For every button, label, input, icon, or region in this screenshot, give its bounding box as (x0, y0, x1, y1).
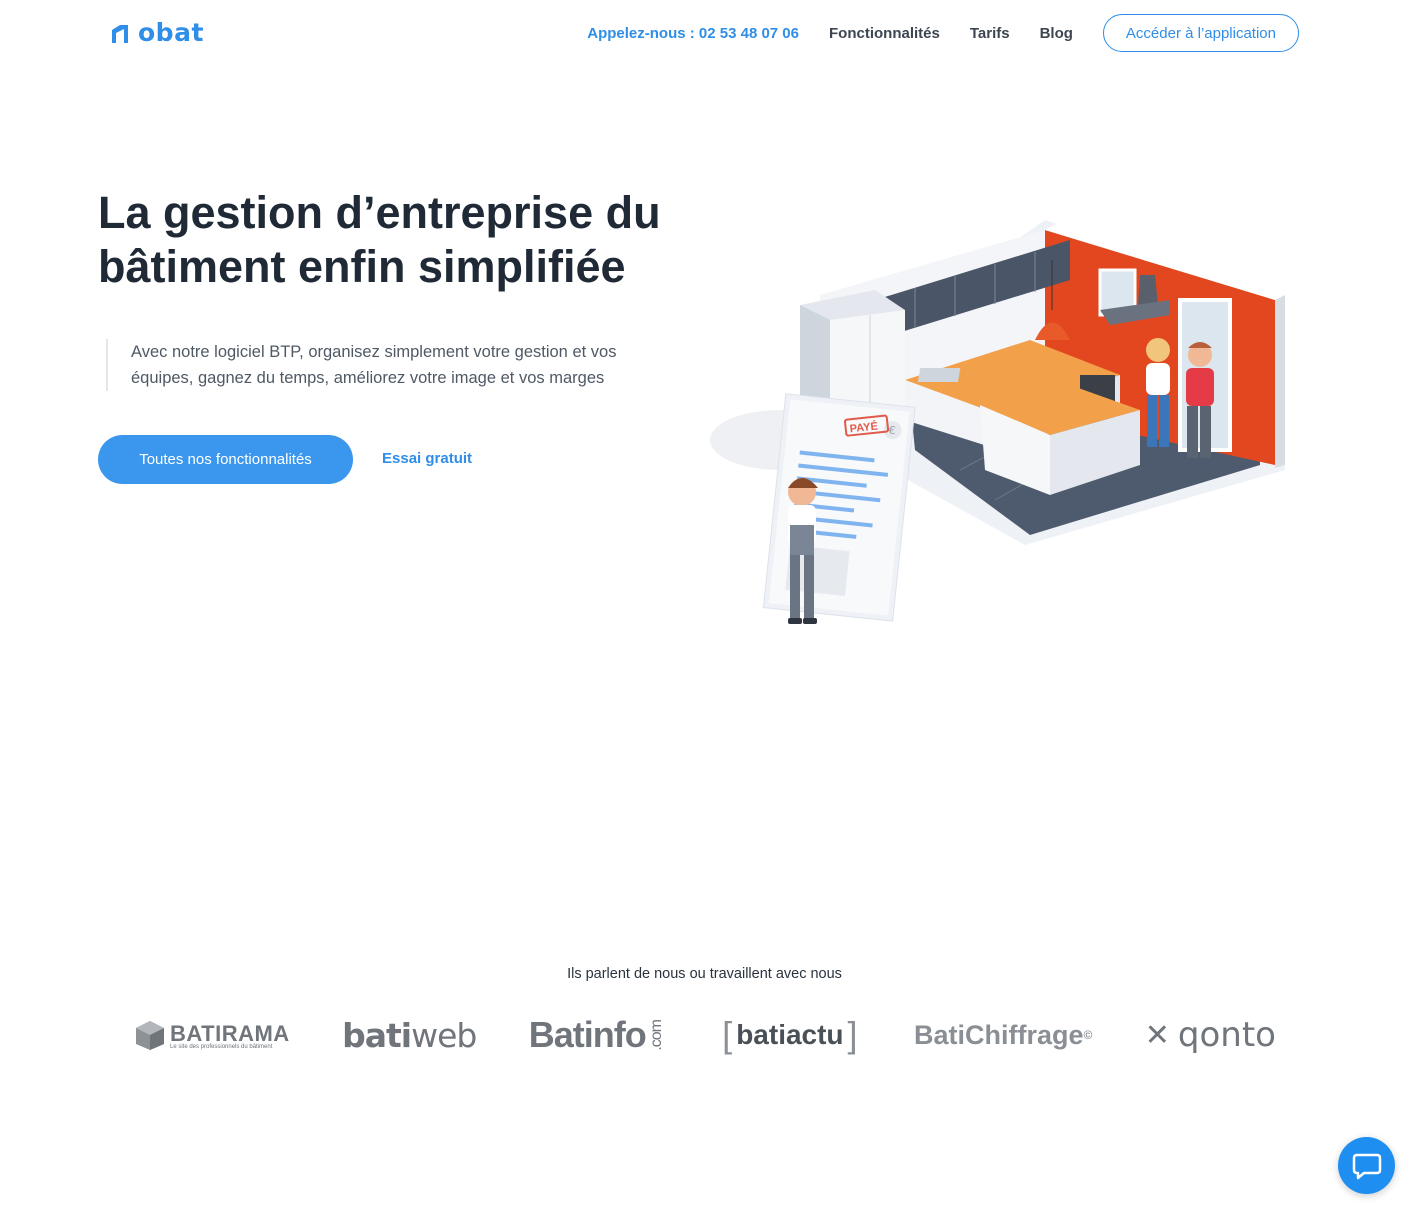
obat-logo-icon (112, 24, 128, 43)
qonto-name: qonto (1177, 1015, 1276, 1055)
hero-title-line-1: La gestion d’entreprise du (98, 187, 661, 238)
nav-link-fonctionnalites[interactable]: Fonctionnalités (829, 25, 940, 42)
hero-description: Avec notre logiciel BTP, organisez simpl… (106, 339, 666, 391)
site-header: obat Appelez-nous : 02 53 48 07 06 Fonct… (0, 0, 1409, 66)
batinfo-suffix: .com (647, 1019, 665, 1051)
batinfo-logo: Batinfo .com (529, 1014, 666, 1056)
hero-title: La gestion d’entreprise du bâtiment enfi… (98, 186, 698, 294)
nav-link-tarifs[interactable]: Tarifs (970, 25, 1010, 42)
batiweb-logo: bati web (342, 1015, 477, 1055)
batirama-logo: BATIRAMA Le site des professionnels du b… (134, 1019, 290, 1051)
partners-title: Ils parlent de nous ou travaillent avec … (567, 966, 842, 982)
batichiffrage-logo: BatiChiffrage © (914, 1020, 1092, 1051)
batiactu-name: batiactu (736, 1019, 844, 1050)
batiweb-rest: web (411, 1015, 477, 1055)
main-nav: Appelez-nous : 02 53 48 07 06 Fonctionna… (587, 14, 1299, 52)
hero-title-line-2: bâtiment enfin simplifiée (98, 241, 626, 292)
nav-phone-link[interactable]: Appelez-nous : 02 53 48 07 06 (587, 25, 799, 42)
qonto-logo: ✕ qonto (1145, 1015, 1276, 1055)
nav-link-blog[interactable]: Blog (1040, 25, 1073, 42)
batirama-tagline: Le site des professionnels du bâtiment (170, 1043, 273, 1050)
chat-bubble-icon (1352, 1153, 1381, 1179)
batichiffrage-name: BatiChiffrage (913, 1019, 1084, 1050)
qonto-x-icon: ✕ (1144, 1017, 1170, 1053)
bracket-left-icon: [ (722, 1014, 733, 1055)
partners-logos: BATIRAMA Le site des professionnels du b… (110, 1005, 1300, 1065)
kitchen-illustration: € PAYÉ (710, 220, 1285, 624)
batiactu-logo: [batiactu] (718, 1014, 861, 1056)
bracket-right-icon: ] (847, 1014, 858, 1055)
hero-description-line-2: équipes, gagnez du temps, améliorez votr… (131, 369, 605, 387)
batinfo-name: Batinfo (528, 1014, 647, 1055)
batirama-name: BATIRAMA (170, 1020, 290, 1046)
currency-glyph: € (888, 424, 896, 438)
logo[interactable]: obat (110, 18, 204, 47)
access-app-button[interactable]: Accéder à l’application (1102, 14, 1299, 52)
batiweb-bold: bati (342, 1015, 412, 1055)
batichiffrage-mark: © (1083, 1028, 1093, 1042)
all-features-button[interactable]: Toutes nos fonctionnalités (98, 435, 353, 484)
hero-description-line-1: Avec notre logiciel BTP, organisez simpl… (131, 343, 617, 361)
chat-button[interactable] (1338, 1137, 1395, 1194)
batirama-cube-icon (136, 1021, 164, 1050)
free-trial-link[interactable]: Essai gratuit (382, 450, 472, 467)
logo-text: obat (138, 18, 204, 47)
